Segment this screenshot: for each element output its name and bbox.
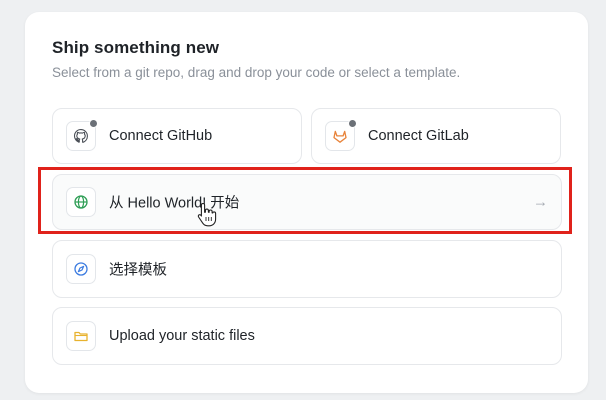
folder-icon (74, 331, 88, 342)
gitlab-icon-box (325, 119, 357, 151)
arrow-right-icon: → (533, 193, 548, 211)
connect-gitlab-label: Connect GitLab (368, 128, 469, 144)
compass-icon-box (66, 254, 96, 284)
hand-cursor-icon (197, 202, 217, 227)
status-dot (89, 119, 98, 128)
connect-github-label: Connect GitHub (109, 128, 213, 144)
gitlab-icon (333, 130, 347, 143)
github-icon (73, 128, 88, 143)
globe-icon (74, 195, 88, 209)
compass-icon (74, 262, 88, 276)
folder-icon-box (66, 321, 96, 351)
globe-icon-box (66, 187, 96, 217)
start-hello-world-label: 从 Hello World! 开始 (109, 195, 240, 212)
connect-github-button[interactable]: Connect GitHub (52, 108, 302, 164)
select-template-label: 选择模板 (109, 262, 167, 279)
page-subtitle: Select from a git repo, drag and drop yo… (52, 65, 461, 80)
status-dot (348, 119, 357, 128)
github-icon-box (66, 119, 98, 151)
page-title: Ship something new (52, 38, 220, 57)
start-hello-world-button[interactable]: 从 Hello World! 开始 → (52, 174, 562, 230)
connect-gitlab-button[interactable]: Connect GitLab (311, 108, 561, 164)
select-template-button[interactable]: 选择模板 (52, 240, 562, 298)
upload-static-files-button[interactable]: Upload your static files (52, 307, 562, 365)
upload-static-files-label: Upload your static files (109, 328, 255, 344)
